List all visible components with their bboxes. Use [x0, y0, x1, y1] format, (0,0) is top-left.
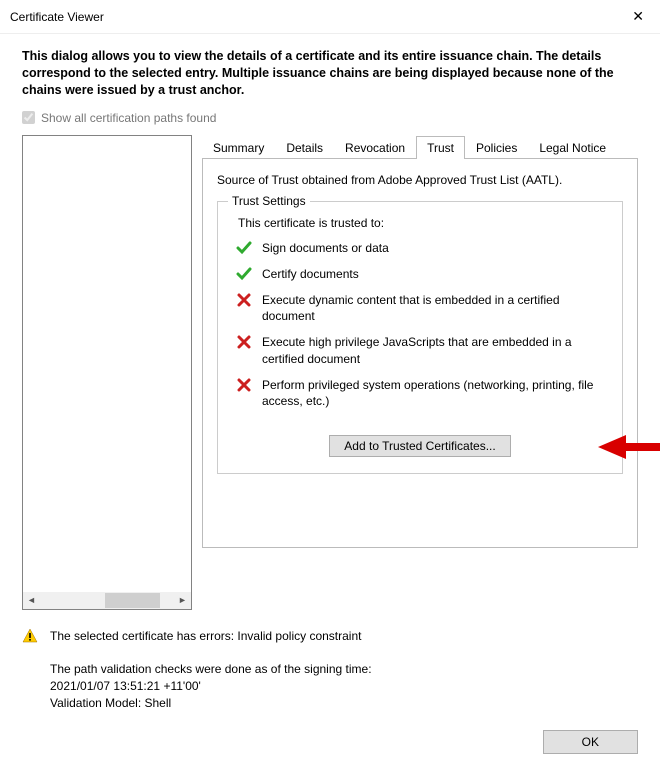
scroll-right-icon[interactable]: ► — [174, 592, 191, 609]
cross-icon — [236, 292, 252, 308]
trusted-to-label: This certificate is trusted to: — [238, 216, 608, 230]
trust-item: Certify documents — [236, 266, 604, 282]
window-title: Certificate Viewer — [10, 10, 104, 24]
status-error: The selected certificate has errors: Inv… — [50, 628, 372, 645]
show-all-paths-input[interactable] — [22, 111, 35, 124]
show-all-paths-checkbox[interactable]: Show all certification paths found — [22, 111, 638, 125]
certificate-chain-list[interactable]: ◄ ► — [22, 135, 192, 610]
status-path-line: The path validation checks were done as … — [50, 661, 372, 678]
status-model: Validation Model: Shell — [50, 695, 372, 712]
horizontal-scrollbar[interactable]: ◄ ► — [23, 592, 191, 609]
scroll-thumb[interactable] — [105, 593, 160, 608]
trust-item-text: Execute dynamic content that is embedded… — [262, 292, 604, 324]
tab-legal[interactable]: Legal Notice — [528, 136, 617, 159]
tab-body-trust: Source of Trust obtained from Adobe Appr… — [202, 158, 638, 548]
close-icon[interactable]: ✕ — [626, 6, 650, 27]
tab-trust[interactable]: Trust — [416, 136, 465, 159]
trust-item-text: Sign documents or data — [262, 240, 604, 256]
intro-text: This dialog allows you to view the detai… — [22, 48, 638, 99]
dialog-content: This dialog allows you to view the detai… — [0, 34, 660, 764]
warning-icon — [22, 628, 38, 644]
trust-item: Execute dynamic content that is embedded… — [236, 292, 604, 324]
cross-icon — [236, 377, 252, 393]
status-row: The selected certificate has errors: Inv… — [22, 628, 638, 712]
scroll-left-icon[interactable]: ◄ — [23, 592, 40, 609]
tab-revocation[interactable]: Revocation — [334, 136, 416, 159]
trust-item: Execute high privilege JavaScripts that … — [236, 334, 604, 366]
scroll-track[interactable] — [40, 592, 174, 609]
status-timestamp: 2021/01/07 13:51:21 +11'00' — [50, 678, 372, 695]
check-icon — [236, 266, 252, 282]
show-all-paths-label: Show all certification paths found — [41, 111, 216, 125]
callout-arrow-icon — [598, 433, 660, 461]
trust-item-text: Execute high privilege JavaScripts that … — [262, 334, 604, 366]
cross-icon — [236, 334, 252, 350]
trust-item-text: Perform privileged system operations (ne… — [262, 377, 604, 409]
trust-source: Source of Trust obtained from Adobe Appr… — [217, 173, 623, 187]
trust-item-text: Certify documents — [262, 266, 604, 282]
trust-item: Perform privileged system operations (ne… — [236, 377, 604, 409]
trust-item: Sign documents or data — [236, 240, 604, 256]
tab-policies[interactable]: Policies — [465, 136, 528, 159]
titlebar: Certificate Viewer ✕ — [0, 0, 660, 34]
tab-details[interactable]: Details — [275, 136, 334, 159]
add-to-trusted-button[interactable]: Add to Trusted Certificates... — [329, 435, 510, 457]
ok-button[interactable]: OK — [543, 730, 638, 754]
check-icon — [236, 240, 252, 256]
tab-summary[interactable]: Summary — [202, 136, 275, 159]
trust-settings-legend: Trust Settings — [228, 194, 310, 208]
trust-settings-fieldset: Trust Settings This certificate is trust… — [217, 201, 623, 475]
tab-strip: Summary Details Revocation Trust Policie… — [202, 135, 638, 158]
